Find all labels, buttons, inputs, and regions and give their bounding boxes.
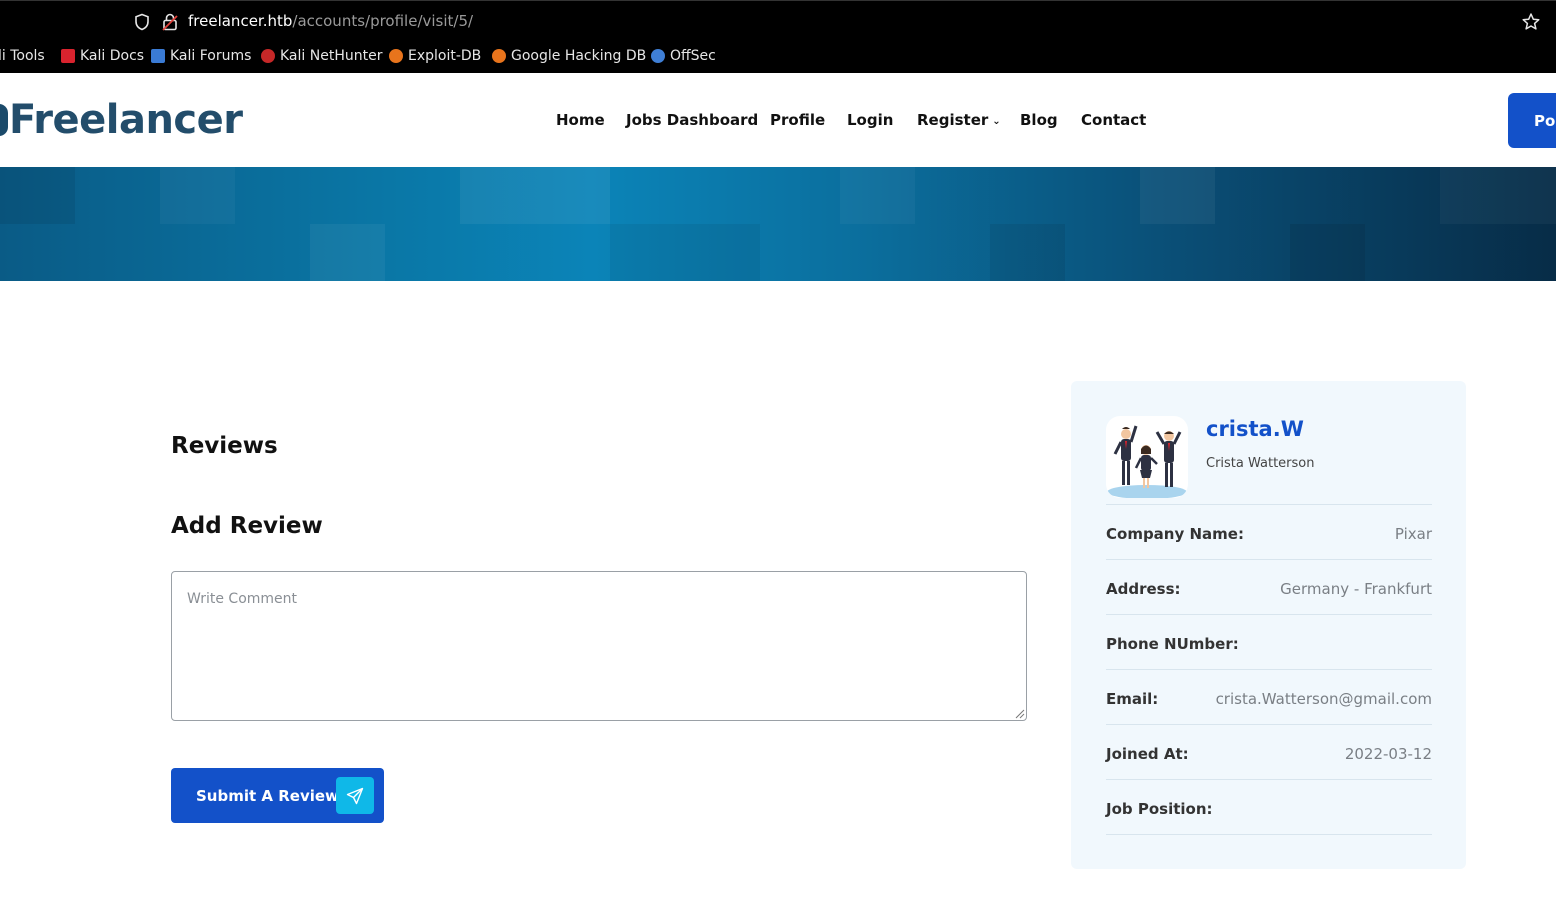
nav-jobs-dashboard[interactable]: Jobs Dashboard <box>626 111 758 129</box>
add-review-heading: Add Review <box>171 513 323 539</box>
nav-home[interactable]: Home <box>556 111 605 129</box>
insecure-lock-icon[interactable] <box>161 12 179 32</box>
avatar <box>1106 416 1188 498</box>
banner-tile <box>160 167 235 224</box>
bookmark-label: Kali NetHunter <box>280 48 383 64</box>
ghdb-icon <box>492 49 506 63</box>
site-header: Freelancer Home Jobs Dashboard Profile L… <box>0 73 1556 167</box>
logo-text: Freelancer <box>9 97 243 143</box>
profile-username: crista.W <box>1206 417 1304 441</box>
resize-grip-icon[interactable] <box>1014 708 1025 719</box>
divider <box>1106 669 1432 670</box>
bookmark-label: Exploit-DB <box>408 48 482 64</box>
bookmark-kali-nethunter[interactable]: Kali NetHunter <box>261 48 382 64</box>
post-job-button[interactable]: Pos <box>1508 93 1556 148</box>
company-name-label: Company Name: <box>1106 525 1244 543</box>
offsec-icon <box>651 49 665 63</box>
bookmark-offsec[interactable]: OffSec <box>651 48 716 64</box>
bookmark-kali-tools[interactable]: li Tools <box>0 48 45 64</box>
joined-at-label: Joined At: <box>1106 745 1189 763</box>
nav-profile[interactable]: Profile <box>770 111 825 129</box>
bookmark-label: OffSec <box>670 48 716 64</box>
nav-blog[interactable]: Blog <box>1020 111 1058 129</box>
address-label: Address: <box>1106 580 1181 598</box>
divider <box>1106 614 1432 615</box>
nav-contact[interactable]: Contact <box>1081 111 1146 129</box>
banner-tile <box>1440 167 1556 224</box>
job-position-label: Job Position: <box>1106 800 1213 818</box>
banner-tile <box>310 224 385 281</box>
send-icon <box>336 777 374 814</box>
bookmark-kali-docs[interactable]: Kali Docs <box>61 48 144 64</box>
shield-icon[interactable] <box>133 13 151 31</box>
url-field[interactable]: freelancer.htb/accounts/profile/visit/5/ <box>188 12 473 30</box>
email-value: crista.Watterson@gmail.com <box>1215 690 1432 708</box>
divider <box>1106 504 1432 505</box>
divider <box>1106 779 1432 780</box>
bookmark-exploit-db[interactable]: Exploit-DB <box>389 48 481 64</box>
bookmark-star-icon[interactable] <box>1521 12 1541 32</box>
banner-tile <box>1290 224 1365 281</box>
chevron-down-icon: ⌄ <box>992 116 1001 127</box>
profile-full-name: Crista Watterson <box>1206 456 1315 471</box>
nethunter-icon <box>261 49 275 63</box>
banner-tile <box>460 167 610 224</box>
url-path: /accounts/profile/visit/5/ <box>292 12 474 30</box>
phone-number-label: Phone NUmber: <box>1106 635 1239 653</box>
submit-review-label: Submit A Review <box>196 787 339 805</box>
bookmark-label: Kali Docs <box>80 48 145 64</box>
reviews-heading: Reviews <box>171 433 278 459</box>
email-label: Email: <box>1106 690 1159 708</box>
logo-mark-icon <box>0 104 8 136</box>
nav-login[interactable]: Login <box>847 111 893 129</box>
nav-register-label: Register <box>917 111 989 129</box>
submit-review-button[interactable]: Submit A Review <box>171 768 384 823</box>
browser-url-bar: freelancer.htb/accounts/profile/visit/5/ <box>0 0 1556 40</box>
site-logo[interactable]: Freelancer <box>0 97 243 143</box>
bookmark-label: Google Hacking DB <box>511 48 647 64</box>
page-banner <box>0 167 1556 281</box>
divider <box>1106 834 1432 835</box>
kali-docs-icon <box>61 49 75 63</box>
banner-tile <box>990 224 1065 281</box>
nav-register[interactable]: Register ⌄ <box>917 111 1001 129</box>
banner-tile <box>840 167 915 224</box>
banner-tile <box>0 167 75 224</box>
profile-card: crista.W Crista Watterson Company Name: … <box>1071 381 1466 869</box>
kali-forums-icon <box>151 49 165 63</box>
banner-tile <box>1140 167 1215 224</box>
bookmarks-bar: li Tools Kali Docs Kali Forums Kali NetH… <box>0 40 1556 73</box>
bookmark-label: Kali Forums <box>170 48 252 64</box>
divider <box>1106 559 1432 560</box>
bookmark-google-hacking-db[interactable]: Google Hacking DB <box>492 48 646 64</box>
url-host: freelancer.htb <box>188 12 293 30</box>
bookmark-label: li Tools <box>0 48 45 64</box>
divider <box>1106 724 1432 725</box>
company-name-value: Pixar <box>1394 525 1432 543</box>
bookmark-kali-forums[interactable]: Kali Forums <box>151 48 251 64</box>
banner-tile <box>610 224 760 281</box>
exploitdb-icon <box>389 49 403 63</box>
joined-at-value: 2022-03-12 <box>1344 745 1432 763</box>
address-value: Germany - Frankfurt <box>1280 580 1432 598</box>
comment-textarea[interactable] <box>171 571 1027 721</box>
